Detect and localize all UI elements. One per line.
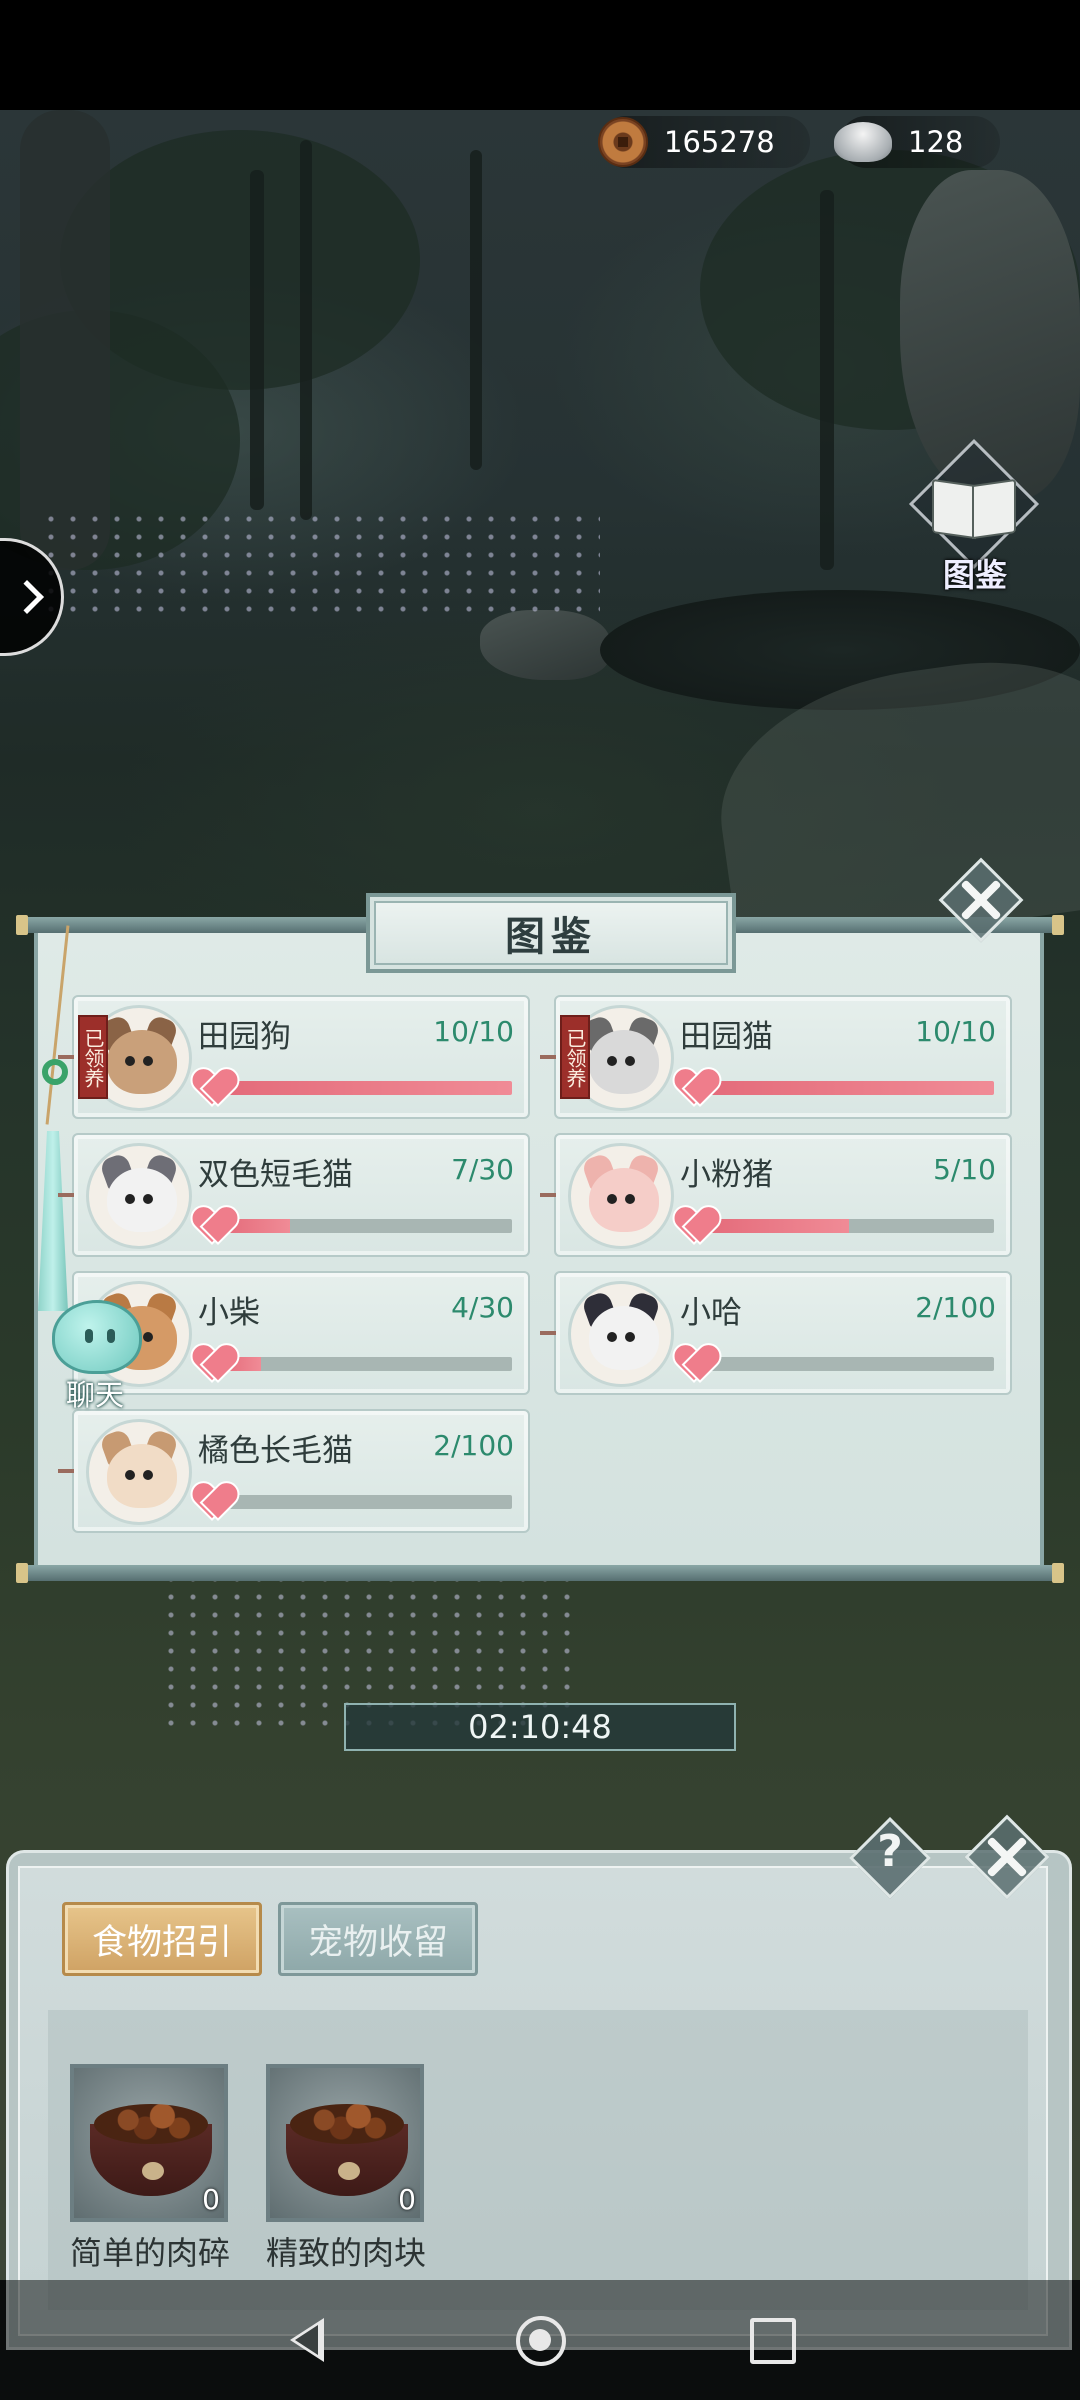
silver-amount: 128 [908, 125, 964, 159]
tab-food-lure[interactable]: 食物招引 [62, 1902, 262, 1976]
adopted-seal: 已领养 [78, 1015, 108, 1099]
pet-name: 小柴 [198, 1295, 260, 1331]
heart-icon [194, 1205, 234, 1245]
copper-coin-icon [598, 117, 648, 167]
affection-progress-bar [222, 1357, 512, 1371]
pet-name: 小粉猪 [680, 1157, 773, 1193]
pet-avatar [86, 1419, 192, 1525]
home-circle-icon[interactable] [508, 2308, 572, 2372]
affection-progress-bar [704, 1081, 994, 1095]
scroll-rod-bottom [16, 1563, 1064, 1583]
help-icon: ? [877, 1826, 903, 1877]
handbook-title: 图鉴 [366, 893, 736, 973]
affection-progress-bar [222, 1219, 512, 1233]
pet-card[interactable]: 橘色长毛猫 2/100 [58, 1409, 530, 1533]
food-name: 精致的肉块 [266, 2234, 427, 2272]
heart-icon [676, 1067, 716, 1107]
handbook-close-button[interactable] [938, 857, 1024, 943]
adopted-seal: 已领养 [560, 1015, 590, 1099]
pet-affection-count: 2/100 [915, 1291, 996, 1324]
heart-icon [676, 1205, 716, 1245]
pet-card[interactable]: 小粉猪 5/10 [540, 1133, 1012, 1257]
food-name: 简单的肉碎 [70, 2234, 231, 2272]
silver-counter: 128 [834, 116, 1000, 168]
affection-progress-fill [222, 1081, 512, 1095]
chat-label: 聊天 [65, 1378, 124, 1412]
silver-ingot-icon [834, 122, 892, 162]
affection-progress-bar [704, 1357, 994, 1371]
heart-icon [194, 1481, 234, 1521]
tassel-ornament [38, 925, 78, 1325]
open-book-icon [932, 482, 1016, 534]
pet-card[interactable]: 已领养 田园狗 10/10 [58, 995, 530, 1119]
food-panel: ? 食物招引 宠物收留 0 简单的肉碎 0 精致的肉块 [0, 1814, 1080, 2350]
affection-progress-fill [704, 1219, 849, 1233]
handbook-entry-label: 图鉴 [942, 556, 1007, 594]
recent-apps-square-icon[interactable] [740, 2308, 804, 2372]
affection-progress-fill [704, 1081, 994, 1095]
heart-icon [676, 1343, 716, 1383]
chevron-right-icon [9, 580, 44, 614]
system-navigation-bar [0, 2280, 1080, 2400]
handbook-panel: 图鉴 已领养 田园狗 10/10 已领养 田园猫 10/10 双色短毛猫 7/30 小粉猪 5/1… [16, 857, 1064, 1587]
chat-button[interactable]: 聊天 [40, 1300, 150, 1412]
pet-affection-count: 2/100 [433, 1429, 514, 1462]
pet-affection-count: 10/10 [915, 1015, 996, 1048]
pet-name: 田园狗 [198, 1019, 291, 1055]
status-bar [0, 0, 1080, 110]
food-quantity: 0 [202, 2183, 220, 2216]
food-item-list: 0 简单的肉碎 0 精致的肉块 [48, 2010, 1028, 2310]
pet-card[interactable]: 小哈 2/100 [540, 1271, 1012, 1395]
countdown-timer: 02:10:48 [344, 1703, 736, 1751]
pet-card[interactable]: 双色短毛猫 7/30 [58, 1133, 530, 1257]
pet-name: 小哈 [680, 1295, 742, 1331]
food-panel-close-button[interactable] [964, 1814, 1050, 1900]
tab-pet-shelter[interactable]: 宠物收留 [278, 1902, 478, 1976]
affection-progress-bar [704, 1219, 994, 1233]
pet-name: 双色短毛猫 [198, 1157, 353, 1193]
pet-avatar [86, 1143, 192, 1249]
help-button[interactable]: ? [846, 1814, 934, 1902]
pet-affection-count: 7/30 [451, 1153, 514, 1186]
pet-card[interactable]: 已领养 田园猫 10/10 [540, 995, 1012, 1119]
pet-avatar [568, 1281, 674, 1387]
pet-affection-count: 10/10 [433, 1015, 514, 1048]
copper-coin-amount: 165278 [664, 125, 775, 159]
pet-name: 橘色长毛猫 [198, 1433, 353, 1469]
copper-coin-counter: 165278 [598, 116, 810, 168]
pet-affection-count: 4/30 [451, 1291, 514, 1324]
handbook-entry-button[interactable]: 图鉴 [900, 438, 1050, 600]
food-item-simple-minced-meat[interactable]: 0 简单的肉碎 [70, 2064, 230, 2274]
heart-icon [194, 1343, 234, 1383]
pet-name: 田园猫 [680, 1019, 773, 1055]
chat-mascot-icon [52, 1300, 142, 1374]
affection-progress-bar [222, 1081, 512, 1095]
pet-avatar [568, 1143, 674, 1249]
food-item-fine-meat-chunk[interactable]: 0 精致的肉块 [266, 2064, 426, 2274]
pet-affection-count: 5/10 [933, 1153, 996, 1186]
affection-progress-bar [222, 1495, 512, 1509]
back-triangle-icon[interactable] [276, 2308, 340, 2372]
paw-icon [142, 2162, 164, 2180]
paw-icon [338, 2162, 360, 2180]
food-quantity: 0 [398, 2183, 416, 2216]
heart-icon [194, 1067, 234, 1107]
